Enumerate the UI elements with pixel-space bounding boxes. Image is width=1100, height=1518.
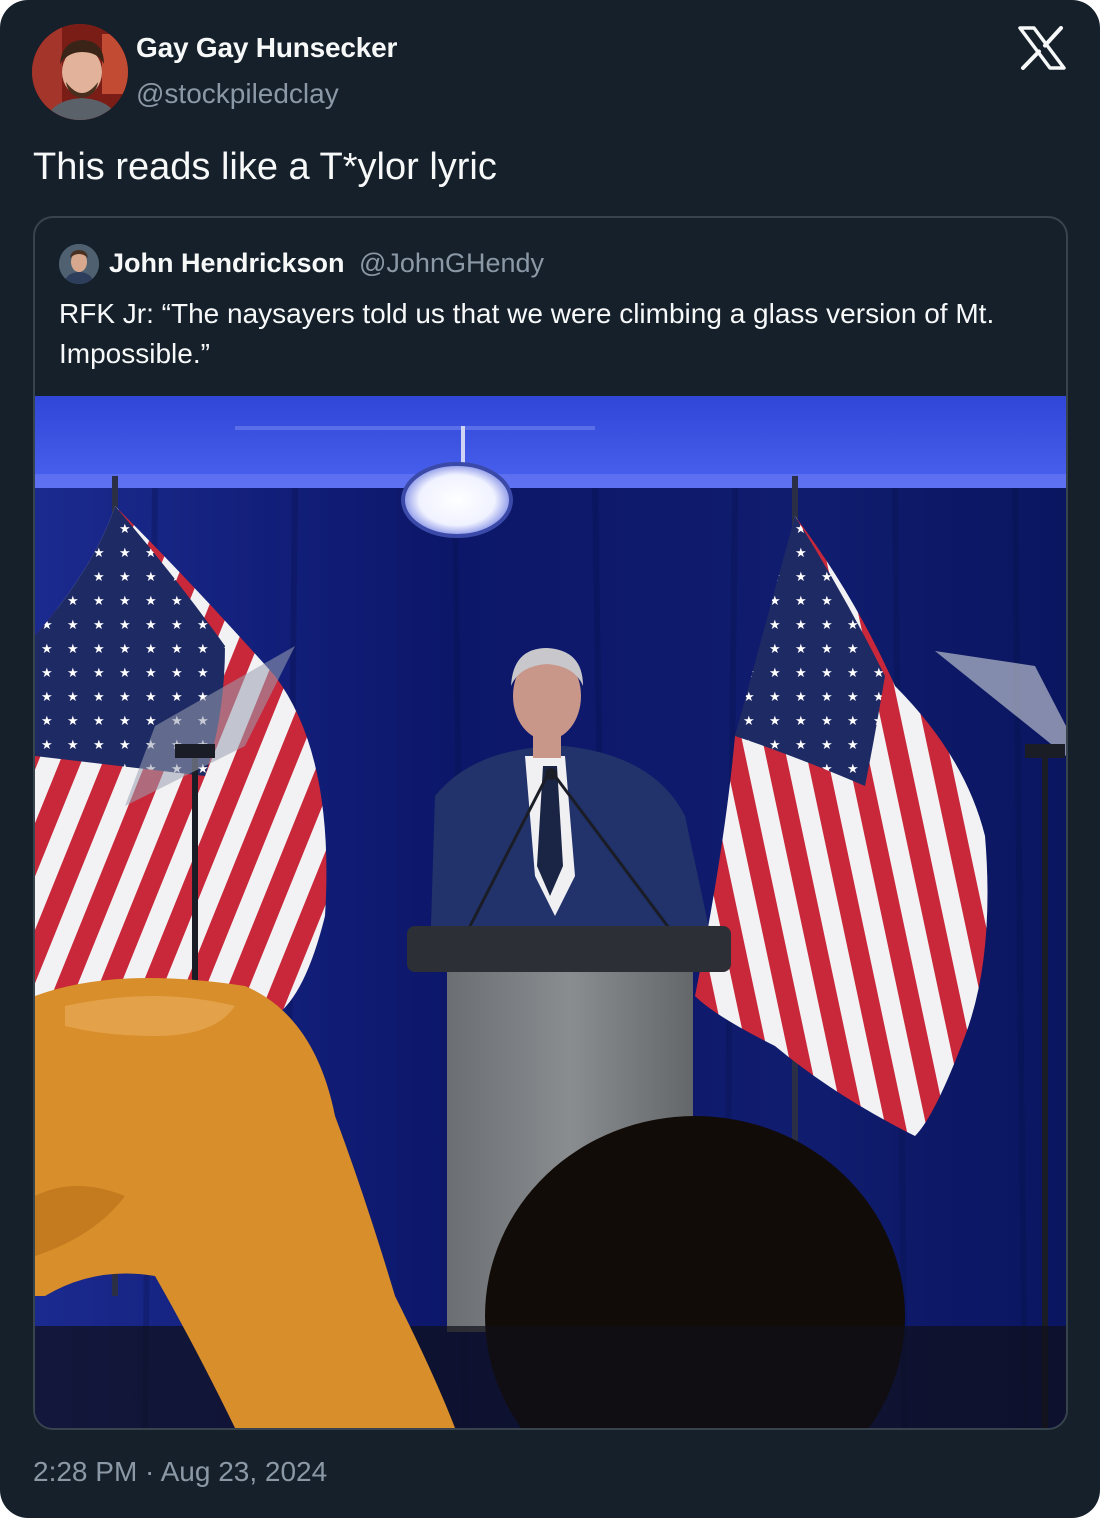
tweet-text: This reads like a T*ylor lyric bbox=[33, 146, 497, 188]
author-display-name[interactable]: Gay Gay Hunsecker bbox=[136, 32, 397, 64]
tweet-card: Gay Gay Hunsecker @stockpiledclay This r… bbox=[0, 0, 1100, 1518]
quoted-author-display-name[interactable]: John Hendrickson bbox=[109, 248, 345, 279]
tweet-timestamp[interactable]: 2:28 PM · Aug 23, 2024 bbox=[33, 1456, 327, 1488]
quoted-tweet-text: RFK Jr: “The naysayers told us that we w… bbox=[59, 298, 995, 369]
quoted-author-avatar[interactable] bbox=[59, 244, 99, 284]
quoted-tweet[interactable]: John Hendrickson @JohnGHendy RFK Jr: “Th… bbox=[33, 216, 1068, 1430]
author-avatar[interactable] bbox=[32, 24, 128, 120]
quoted-author-handle[interactable]: @JohnGHendy bbox=[359, 248, 544, 279]
quoted-tweet-photo[interactable]: ★ bbox=[35, 396, 1066, 1428]
author-handle[interactable]: @stockpiledclay bbox=[136, 78, 339, 110]
x-logo-icon[interactable] bbox=[1018, 26, 1066, 70]
